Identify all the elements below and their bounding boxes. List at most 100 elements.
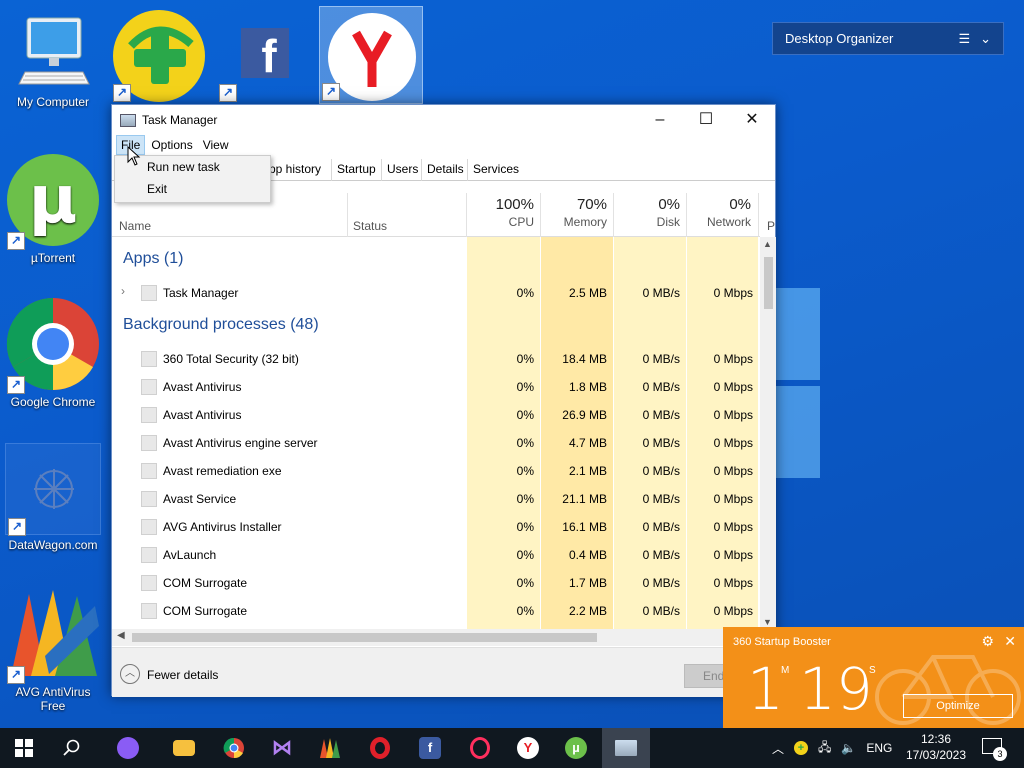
taskbar-utorrent[interactable]: µ (552, 728, 600, 768)
taskbar-file-explorer[interactable] (160, 728, 208, 768)
process-icon (141, 491, 157, 507)
desktop-icon-my-computer[interactable]: My Computer (3, 12, 103, 109)
table-row[interactable]: COM Surrogate 0% 1.7 MB 0 MB/s 0 Mbps (112, 569, 760, 597)
cpu-value: 0% (516, 604, 534, 618)
chrome-icon (223, 737, 244, 759)
table-row[interactable]: Avast Antivirus engine server 0% 4.7 MB 0 M… (112, 429, 760, 457)
disk-value: 0 MB/s (642, 436, 680, 450)
taskbar-alice[interactable] (104, 728, 152, 768)
cpu-value: 0% (516, 492, 534, 506)
network-value: 0 Mbps (713, 464, 753, 478)
desktop-icon-yandex[interactable]: ↗ (319, 6, 423, 104)
column-power[interactable]: P (767, 219, 775, 233)
disk-value: 0 MB/s (642, 380, 680, 394)
network-value: 0 Mbps (713, 436, 753, 450)
language-indicator[interactable]: ENG (866, 741, 892, 755)
taskbar-visual-studio[interactable]: ⋈ (258, 728, 306, 768)
fewer-details-link[interactable]: Fewer details (147, 668, 218, 682)
column-network[interactable]: 0% Network (687, 193, 757, 237)
process-table: Apps (1) › Task Manager 0% 2.5 MB 0 MB/s 0 Mb… (112, 237, 760, 629)
network-icon[interactable]: 🖧 (818, 738, 831, 759)
scroll-left-arrow-icon[interactable]: ◀ (117, 630, 125, 641)
table-row[interactable]: Avast Service 0% 21.1 MB 0 MB/s 0 Mbps (112, 485, 760, 513)
process-name: AvLaunch (163, 548, 217, 562)
tab-app-history[interactable]: pp history (264, 159, 326, 181)
svg-text:f: f (261, 30, 277, 82)
column-disk[interactable]: 0% Disk (614, 193, 686, 237)
desktop-organizer-bar[interactable]: Desktop Organizer ☰ ⌄ (772, 22, 1004, 55)
chevron-down-icon[interactable]: ⌄ (980, 31, 991, 47)
memory-value: 1.8 MB (568, 380, 607, 394)
menu-options[interactable]: Options (147, 136, 196, 154)
desktop-icon-label: My Computer (16, 95, 90, 109)
chevron-up-icon[interactable]: ︿ (120, 664, 140, 684)
volume-icon[interactable]: 🔈 (841, 741, 856, 755)
hscroll-thumb[interactable] (132, 633, 597, 642)
chevron-up-icon[interactable]: ︿ (772, 740, 784, 757)
maximize-button[interactable]: ☐ (683, 105, 729, 135)
scroll-thumb[interactable] (764, 257, 773, 309)
desktop-icon-utorrent[interactable]: µ ↗ µTorrent (3, 152, 103, 265)
close-icon[interactable]: ✕ (1004, 633, 1016, 650)
network-value: 0 Mbps (713, 352, 753, 366)
vertical-scrollbar[interactable]: ▲ ▼ (760, 237, 776, 629)
taskbar-facebook[interactable]: f (406, 728, 454, 768)
desktop-icon-360[interactable]: ↗ (111, 6, 215, 104)
table-row[interactable]: Avast Antivirus 0% 1.8 MB 0 MB/s 0 Mbps (112, 373, 760, 401)
taskbar-task-manager[interactable] (602, 728, 650, 768)
taskbar: ⋈ f Y µ ︿ + 🖧 🔈 ENG 12:36 17/03/2023 3 (0, 728, 1024, 768)
table-row[interactable]: AvLaunch 0% 0.4 MB 0 MB/s 0 Mbps (112, 541, 760, 569)
close-button[interactable]: ✕ (729, 105, 775, 135)
gear-icon[interactable]: ⚙ (981, 633, 994, 650)
taskbar-opera[interactable] (356, 728, 404, 768)
taskbar-opera-gx[interactable] (456, 728, 504, 768)
column-status[interactable]: Status (348, 193, 466, 237)
menu-view[interactable]: View (199, 136, 233, 154)
tab-details[interactable]: Details (421, 159, 469, 181)
apps-group-header[interactable]: Apps (1) (123, 250, 183, 268)
menu-icon[interactable]: ☰ (958, 31, 970, 47)
tab-users[interactable]: Users (381, 159, 423, 181)
minimize-button[interactable]: – (637, 105, 683, 135)
avg-icon (320, 738, 340, 758)
horizontal-scrollbar[interactable]: ◀ (112, 629, 776, 646)
desktop-icon-facebook[interactable]: f ↗ (217, 6, 321, 104)
start-button[interactable] (0, 728, 48, 768)
taskbar-avg[interactable] (306, 728, 354, 768)
360-tray-icon[interactable]: + (794, 741, 809, 755)
clock[interactable]: 12:36 17/03/2023 (900, 731, 972, 763)
alice-assistant-icon (117, 737, 139, 759)
desktop-icon-chrome[interactable]: ↗ Google Chrome (3, 296, 103, 409)
notification-center-icon[interactable]: 3 (982, 738, 1007, 761)
menu-item-exit[interactable]: Exit (115, 178, 270, 200)
table-row[interactable]: 360 Total Security (32 bit) 0% 18.4 MB 0 MB… (112, 345, 760, 373)
scroll-up-arrow-icon[interactable]: ▲ (763, 239, 772, 249)
boot-minutes: 1 (747, 655, 784, 723)
scroll-down-arrow-icon[interactable]: ▼ (763, 617, 772, 627)
column-memory[interactable]: 70% Memory (541, 193, 613, 237)
network-value: 0 Mbps (713, 604, 753, 618)
table-row[interactable]: › Task Manager 0% 2.5 MB 0 MB/s 0 Mbps (112, 279, 760, 307)
title-bar[interactable]: Task Manager – ☐ ✕ (112, 105, 775, 135)
datawagon-icon: ↗ (5, 443, 101, 536)
shortcut-arrow-icon: ↗ (7, 666, 25, 684)
tab-services[interactable]: Services (467, 159, 524, 181)
memory-value: 2.5 MB (568, 286, 607, 300)
network-value: 0 Mbps (713, 408, 753, 422)
tab-startup[interactable]: Startup (331, 159, 381, 181)
table-row[interactable]: AVG Antivirus Installer 0% 16.1 MB 0 MB/s 0 … (112, 513, 760, 541)
background-group-header[interactable]: Background processes (48) (123, 316, 319, 334)
chevron-right-icon[interactable]: › (121, 284, 125, 298)
taskbar-yandex[interactable]: Y (504, 728, 552, 768)
desktop-icon-datawagon[interactable]: ↗ DataWagon.com (3, 443, 103, 552)
optimize-button[interactable]: Optimize (903, 694, 1013, 718)
search-button[interactable] (48, 728, 96, 768)
taskbar-chrome[interactable] (210, 728, 258, 768)
seconds-unit: S (869, 665, 876, 676)
table-row[interactable]: Avast Antivirus 0% 26.9 MB 0 MB/s 0 Mbps (112, 401, 760, 429)
table-row[interactable]: COM Surrogate 0% 2.2 MB 0 MB/s 0 Mbps (112, 597, 760, 625)
desktop-icon-avg[interactable]: ↗ AVG AntiVirus Free (3, 586, 103, 713)
memory-value: 1.7 MB (568, 576, 607, 590)
table-row[interactable]: Avast remediation exe 0% 2.1 MB 0 MB/s 0 Mbp… (112, 457, 760, 485)
column-cpu[interactable]: 100% CPU (467, 193, 540, 237)
